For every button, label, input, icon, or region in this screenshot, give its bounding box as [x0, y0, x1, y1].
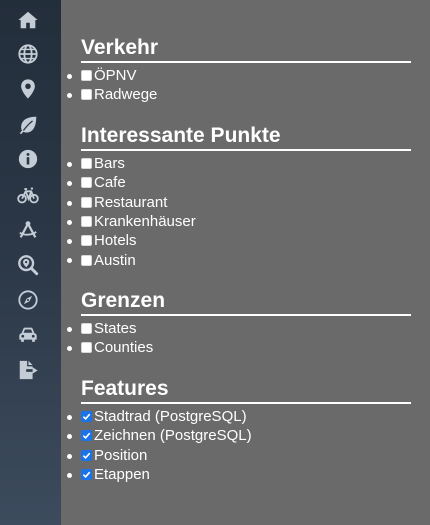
checkbox[interactable] [81, 323, 92, 335]
section-title: Features [81, 377, 411, 404]
sidebar-item-leaf[interactable] [15, 113, 41, 137]
file-export-icon [19, 360, 38, 380]
checkbox[interactable] [81, 89, 92, 101]
layer-label: Position [94, 446, 148, 464]
layer-label: States [94, 320, 137, 338]
leaf-icon [19, 116, 37, 135]
layer-label: Bars [94, 155, 125, 173]
checkbox[interactable] [81, 411, 92, 423]
layer-panel: Verkehr ÖPNV Radwege Interessante Punkte… [61, 0, 430, 525]
checkbox[interactable] [81, 70, 92, 82]
layer-item-bars[interactable]: Bars [67, 154, 411, 173]
search-location-icon [18, 255, 39, 276]
check-icon [82, 471, 91, 479]
layer-list: Stadtrad (PostgreSQL) Zeichnen (PostgreS… [67, 407, 411, 484]
layer-label: Zeichnen (PostgreSQL) [94, 427, 252, 445]
section-verkehr: Verkehr ÖPNV Radwege [67, 36, 411, 105]
section-title: Grenzen [81, 289, 411, 316]
sidebar-item-globe[interactable] [15, 42, 41, 66]
sidebar-item-home[interactable] [15, 8, 41, 32]
layer-item-radwege[interactable]: Radwege [67, 85, 411, 104]
layer-list: States Counties [67, 319, 411, 358]
home-icon [18, 11, 38, 29]
layer-item-krankenhaeuser[interactable]: Krankenhäuser [67, 212, 411, 231]
sidebar-item-export[interactable] [15, 358, 41, 382]
layer-item-zeichnen[interactable]: Zeichnen (PostgreSQL) [67, 426, 411, 445]
check-icon [82, 413, 91, 421]
globe-icon [18, 44, 38, 64]
layer-label: Stadtrad (PostgreSQL) [94, 408, 247, 426]
sidebar-item-bicycle[interactable] [15, 183, 41, 207]
layer-label: ÖPNV [94, 67, 137, 85]
checkbox[interactable] [81, 235, 92, 247]
checkbox[interactable] [81, 216, 92, 228]
layer-label: Restaurant [94, 193, 168, 211]
layer-label: Hotels [94, 232, 137, 250]
layer-list: Bars Cafe Restaurant Krankenhäuser Hotel… [67, 154, 411, 270]
checkbox[interactable] [81, 158, 92, 170]
layer-item-stadtrad[interactable]: Stadtrad (PostgreSQL) [67, 407, 411, 426]
section-grenzen: Grenzen States Counties [67, 289, 411, 358]
map-marker-icon [21, 79, 35, 99]
layer-item-states[interactable]: States [67, 319, 411, 338]
layer-item-restaurant[interactable]: Restaurant [67, 193, 411, 212]
sidebar-item-info[interactable] [15, 147, 41, 171]
layer-item-cafe[interactable]: Cafe [67, 173, 411, 192]
section-features: Features Stadtrad (PostgreSQL) Zeichnen … [67, 377, 411, 484]
layer-label: Counties [94, 339, 154, 357]
check-icon [82, 452, 91, 459]
sidebar-item-draw[interactable] [15, 218, 41, 242]
layer-label: Austin [94, 251, 136, 269]
sidebar-item-compass[interactable] [15, 288, 41, 312]
car-icon [19, 327, 37, 342]
sidebar-item-location[interactable] [15, 77, 41, 101]
sidebar-item-search-location[interactable] [15, 253, 41, 277]
checkbox[interactable] [81, 177, 92, 189]
layer-item-oepnv[interactable]: ÖPNV [67, 66, 411, 85]
layer-list: ÖPNV Radwege [67, 66, 411, 105]
layer-label: Etappen [94, 466, 150, 484]
layer-label: Cafe [94, 174, 126, 192]
app: Verkehr ÖPNV Radwege Interessante Punkte… [0, 0, 430, 525]
drafting-compass-icon [19, 221, 37, 238]
layer-label: Krankenhäuser [94, 213, 196, 231]
checkbox[interactable] [81, 449, 92, 461]
section-title: Verkehr [81, 36, 411, 63]
layer-item-counties[interactable]: Counties [67, 338, 411, 357]
checkbox[interactable] [81, 196, 92, 208]
checkbox[interactable] [81, 430, 92, 442]
checkbox[interactable] [81, 254, 92, 266]
section-title: Interessante Punkte [81, 124, 411, 151]
sidebar [0, 0, 61, 525]
bicycle-icon [17, 187, 39, 204]
layer-item-austin[interactable]: Austin [67, 250, 411, 269]
checkbox[interactable] [81, 469, 92, 481]
compass-icon [18, 290, 38, 310]
layer-item-hotels[interactable]: Hotels [67, 231, 411, 250]
sidebar-item-car[interactable] [15, 323, 41, 347]
layer-item-etappen[interactable]: Etappen [67, 465, 411, 484]
check-icon [82, 433, 91, 440]
layer-label: Radwege [94, 86, 158, 104]
layer-item-position[interactable]: Position [67, 446, 411, 465]
info-icon [18, 149, 38, 169]
section-interessante-punkte: Interessante Punkte Bars Cafe Restaurant… [67, 124, 411, 270]
checkbox[interactable] [81, 342, 92, 354]
